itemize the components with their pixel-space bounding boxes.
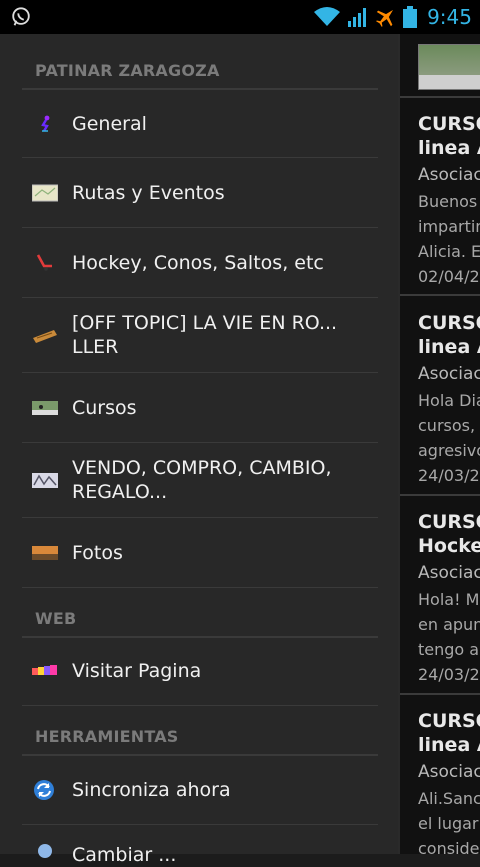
- battery-icon: [403, 6, 418, 28]
- post-title: linea A: [418, 137, 480, 159]
- drawer-item-label: Visitar Pagina: [72, 660, 202, 682]
- photos-icon: [32, 545, 58, 560]
- divider: [400, 96, 480, 98]
- post-author: Asociac: [418, 762, 480, 782]
- drawer-item-label: [OFF TOPIC] LA VIE EN RO... LLER: [72, 312, 338, 358]
- post-snippet: agresivo: [418, 441, 480, 460]
- drawer-item-hockey[interactable]: Hockey, Conos, Saltos, etc: [22, 228, 378, 298]
- post-card[interactable]: CURSO linea A Asociac Ali.Sanc el lugar …: [418, 709, 480, 859]
- sync-icon: [34, 779, 54, 800]
- post-title: CURSO: [418, 113, 480, 135]
- courses-photo-icon: [32, 400, 58, 415]
- post-title: CURSO: [418, 312, 480, 334]
- drawer-item-off-topic[interactable]: [OFF TOPIC] LA VIE EN RO... LLER: [22, 298, 378, 373]
- post-title: CURSO: [418, 511, 480, 533]
- post-snippet: Alicia. E: [418, 242, 480, 261]
- divider: [400, 294, 480, 296]
- drawer-item-label: Hockey, Conos, Saltos, etc: [72, 251, 324, 274]
- post-title: linea A: [418, 336, 480, 358]
- drawer-item-cambiar[interactable]: Cambiar ...: [22, 825, 378, 866]
- post-snippet: el lugar: [418, 814, 479, 833]
- divider: [400, 494, 480, 496]
- divider: [400, 693, 480, 695]
- section-title: PATINAR ZARAGOZA: [35, 61, 220, 80]
- user-icon: [38, 844, 52, 858]
- post-snippet: tengo a: [418, 640, 480, 659]
- drawer-item-visitar-pagina[interactable]: Visitar Pagina: [22, 637, 378, 706]
- status-icons: 9:45: [313, 0, 472, 34]
- post-snippet: Buenos: [418, 192, 478, 211]
- section-header-herramientas: HERRAMIENTAS: [22, 706, 378, 756]
- drawer-item-sincroniza[interactable]: Sincroniza ahora: [22, 755, 378, 825]
- status-bar: 9:45: [0, 0, 480, 34]
- post-card[interactable]: CURSO linea A Asociac Buenos impartin Al…: [418, 112, 480, 288]
- drawer-item-label: Cambiar ...: [72, 844, 177, 866]
- post-title: Hockey: [418, 535, 480, 557]
- post-snippet: cursos,: [418, 416, 476, 435]
- drawer-item-label: Cursos: [72, 396, 137, 419]
- navigation-drawer: PATINAR ZARAGOZA General Rutas y Eventos…: [0, 34, 398, 866]
- post-snippet: Hola Dia: [418, 391, 480, 410]
- drawer-item-vendo[interactable]: VENDO, COMPRO, CAMBIO, REGALO...: [22, 443, 378, 518]
- post-snippet: Ali.Sanc: [418, 789, 480, 808]
- drawer-item-cursos[interactable]: Cursos: [22, 373, 378, 443]
- post-snippet: impartin: [418, 217, 480, 236]
- whatsapp-icon: [12, 7, 30, 26]
- drawer-item-label: General: [72, 112, 147, 135]
- section-header-web: WEB: [22, 588, 378, 638]
- post-card[interactable]: CURSO Hockey Asociac Hola! M en apun ten…: [418, 510, 480, 686]
- post-author: Asociac: [418, 364, 480, 384]
- drawer-item-label: Rutas y Eventos: [72, 181, 225, 204]
- map-icon: [32, 184, 58, 201]
- drawer-item-label: VENDO, COMPRO, CAMBIO, REGALO...: [72, 457, 332, 503]
- post-snippet: conside: [418, 839, 480, 858]
- header-photo: [418, 44, 480, 90]
- trade-icon: [32, 473, 58, 488]
- website-icon: [32, 665, 57, 675]
- section-header-patinar-zaragoza: PATINAR ZARAGOZA: [22, 38, 378, 90]
- drawer-item-label: Sincroniza ahora: [72, 778, 231, 801]
- wifi-icon: [314, 7, 341, 26]
- clock: 9:45: [427, 5, 472, 29]
- post-date: 24/03/2: [418, 665, 480, 684]
- signal-icon: [348, 8, 367, 27]
- tag-icon: [33, 330, 57, 343]
- post-title: linea A: [418, 734, 480, 756]
- post-author: Asociac: [418, 165, 480, 185]
- post-card[interactable]: CURSO linea A Asociac Hola Dia cursos, a…: [418, 311, 480, 487]
- post-date: 24/03/2: [418, 466, 480, 485]
- drawer-item-fotos[interactable]: Fotos: [22, 518, 378, 588]
- drawer-item-label: Fotos: [72, 541, 123, 564]
- airplane-icon: [376, 9, 394, 27]
- post-author: Asociac: [418, 563, 480, 583]
- post-list: CURSO linea A Asociac Buenos impartin Al…: [398, 34, 480, 858]
- post-snippet: Hola! M: [418, 590, 480, 609]
- section-title: WEB: [35, 609, 77, 628]
- drawer-item-rutas[interactable]: Rutas y Eventos: [22, 158, 378, 228]
- drawer-item-general[interactable]: General: [22, 90, 378, 158]
- skater-icon: [41, 115, 50, 132]
- post-snippet: en apun: [418, 615, 480, 634]
- section-title: HERRAMIENTAS: [35, 727, 179, 746]
- post-title: CURSO: [418, 710, 480, 732]
- hockey-stick-icon: [36, 253, 52, 271]
- post-date: 02/04/2: [418, 267, 480, 286]
